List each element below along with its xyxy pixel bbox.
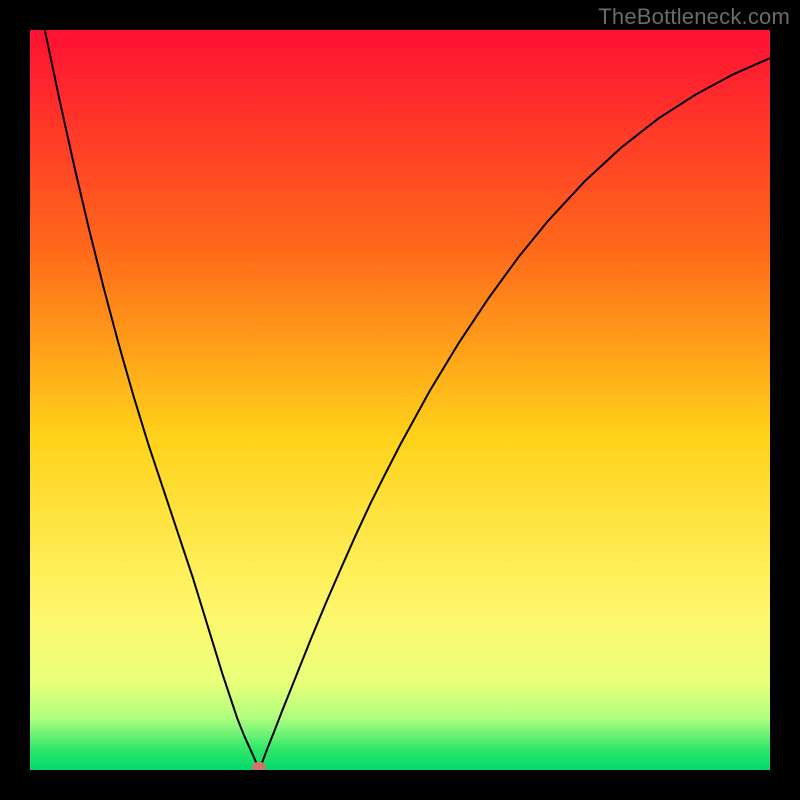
chart-stage: TheBottleneck.com <box>0 0 800 800</box>
bottleneck-curve <box>30 30 770 770</box>
curve-path <box>30 30 770 770</box>
minimum-marker <box>252 762 266 770</box>
watermark-text: TheBottleneck.com <box>598 4 790 30</box>
plot-area <box>30 30 770 770</box>
